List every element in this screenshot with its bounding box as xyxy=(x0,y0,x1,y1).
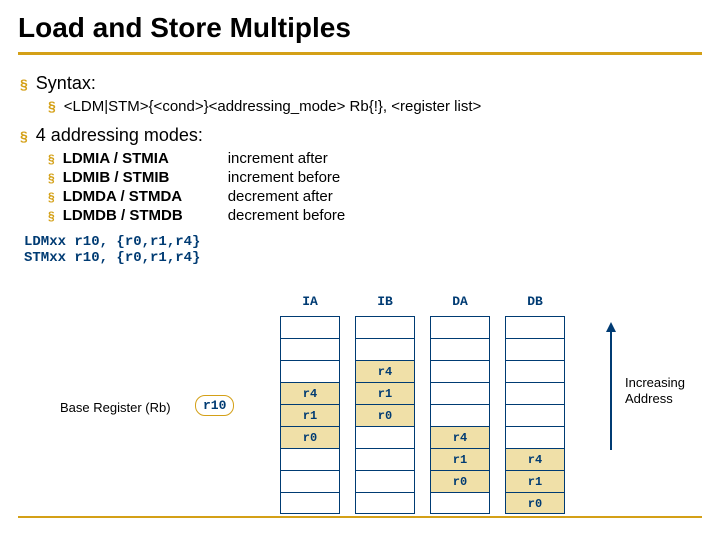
footer-divider xyxy=(18,516,702,518)
bullet-icon: § xyxy=(48,191,55,203)
increasing-address-label: IncreasingAddress xyxy=(625,375,685,406)
modes-bullet: § 4 addressing modes: xyxy=(20,125,700,146)
syntax-bullet: § Syntax: xyxy=(20,73,700,94)
code-block: LDMxx r10, {r0,r1,r4} STMxx r10, {r0,r1,… xyxy=(24,234,700,266)
stack-da: r4r1r0 xyxy=(430,316,490,514)
syntax-sub: § <LDM|STM>{<cond>}<addressing_mode> Rb{… xyxy=(48,98,700,115)
arrow-up-icon xyxy=(610,330,612,450)
stack-ia: r4r1r0 xyxy=(280,316,340,514)
mode-row: § LDMDA / STMDA decrement after xyxy=(48,188,700,205)
bullet-icon: § xyxy=(48,153,55,165)
bullet-icon: § xyxy=(48,172,55,184)
bullet-icon: § xyxy=(20,129,28,143)
mode-name: LDMDB / STMDB xyxy=(63,207,213,224)
col-header-ib: IB xyxy=(355,294,415,309)
col-header-db: DB xyxy=(505,294,565,309)
syntax-text: <LDM|STM>{<cond>}<addressing_mode> Rb{!}… xyxy=(64,98,481,115)
stack-db: r4r1r0 xyxy=(505,316,565,514)
mode-name: LDMIB / STMIB xyxy=(63,169,213,186)
content-area: § Syntax: § <LDM|STM>{<cond>}<addressing… xyxy=(0,55,720,266)
col-header-da: DA xyxy=(430,294,490,309)
mode-row: § LDMDB / STMDB decrement before xyxy=(48,207,700,224)
bullet-icon: § xyxy=(48,210,55,222)
mode-desc: increment before xyxy=(228,169,341,186)
modes-list: § LDMIA / STMIA increment after § LDMIB … xyxy=(48,150,700,224)
mode-desc: decrement before xyxy=(228,207,346,224)
code-line: LDMxx r10, {r0,r1,r4} xyxy=(24,234,700,250)
bullet-icon: § xyxy=(48,99,56,113)
mode-row: § LDMIA / STMIA increment after xyxy=(48,150,700,167)
mode-name: LDMIA / STMIA xyxy=(63,150,213,167)
mode-name: LDMDA / STMDA xyxy=(63,188,213,205)
mode-desc: decrement after xyxy=(228,188,333,205)
mode-desc: increment after xyxy=(228,150,328,167)
col-header-ia: IA xyxy=(280,294,340,309)
code-line: STMxx r10, {r0,r1,r4} xyxy=(24,250,700,266)
modes-label: 4 addressing modes: xyxy=(36,125,203,146)
bullet-icon: § xyxy=(20,77,28,91)
stack-diagram: IA IB DA DB r4r1r0 r4r1r0 r4r1r0 r4r1r0 xyxy=(280,300,600,520)
page-title: Load and Store Multiples xyxy=(0,0,720,50)
syntax-label: Syntax: xyxy=(36,73,96,94)
stack-ib: r4r1r0 xyxy=(355,316,415,514)
base-register-value: r10 xyxy=(195,395,234,416)
mode-row: § LDMIB / STMIB increment before xyxy=(48,169,700,186)
base-register-label: Base Register (Rb) xyxy=(60,400,171,415)
